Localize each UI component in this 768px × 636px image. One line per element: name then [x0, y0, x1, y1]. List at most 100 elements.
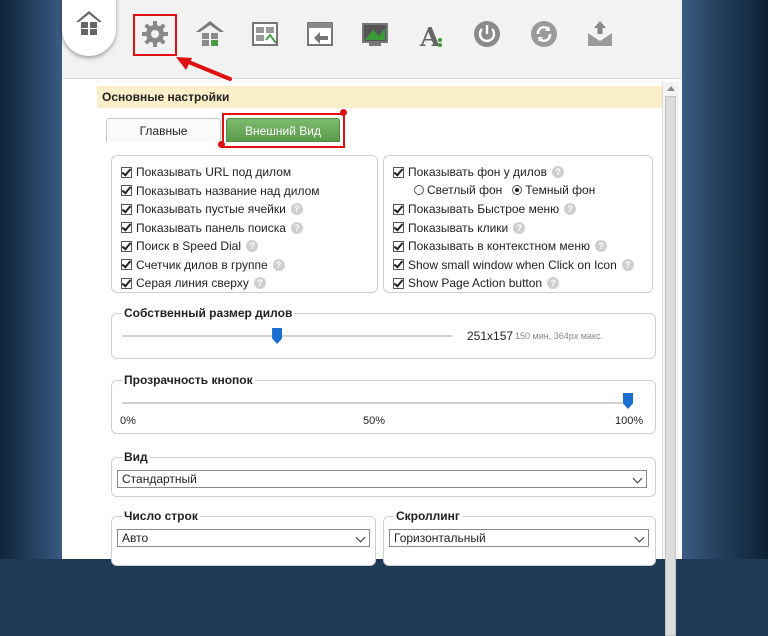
view-legend: Вид [122, 450, 150, 464]
radio-group-background: Светлый фон Темный фон [414, 181, 595, 199]
checkbox[interactable] [393, 240, 404, 252]
font-icon[interactable]: A [410, 14, 450, 54]
option-row[interactable]: Show small window when Click on Icon? [393, 256, 634, 274]
option-label: Показывать URL под дилом [136, 165, 292, 179]
help-icon[interactable]: ? [253, 277, 266, 289]
help-icon[interactable]: ? [551, 166, 564, 178]
dial-size-hint: 150 мин, 364px макс. [515, 331, 603, 341]
annotation-dot [218, 141, 225, 148]
button-opacity-slider-thumb[interactable] [623, 393, 633, 409]
scrollbar[interactable] [662, 82, 679, 636]
help-icon[interactable]: ? [564, 203, 577, 215]
svg-text:A: A [419, 23, 441, 50]
help-icon[interactable]: ? [594, 240, 607, 252]
scrollbar-thumb[interactable] [665, 96, 676, 636]
checkbox[interactable] [121, 240, 132, 252]
radio-light-background[interactable] [414, 185, 424, 195]
home-tab[interactable] [62, 0, 116, 56]
chevron-down-icon [634, 532, 645, 543]
dial-size-track[interactable] [122, 335, 452, 337]
option-label: Показывать фон у дилов [408, 165, 547, 179]
radio-label-light: Светлый фон [427, 183, 503, 197]
scrolling-legend: Скроллинг [394, 509, 462, 523]
checkbox[interactable] [393, 259, 404, 270]
option-row[interactable]: Показывать пустые ячейки? [121, 200, 303, 218]
option-label: Показывать панель поиска [136, 220, 286, 235]
help-icon[interactable]: ? [547, 277, 560, 289]
help-icon[interactable]: ? [621, 258, 634, 271]
right-options-group: Показывать фон у дилов ? Светлый фон Тем… [383, 155, 653, 293]
scrolling-select-value: Горизонтальный [394, 531, 486, 545]
panel-title: Основные настройки [97, 86, 663, 108]
left-options-group: Показывать URL под дилом Показывать назва… [111, 155, 378, 293]
desktop-background-right [682, 0, 768, 559]
desktop-background-left [0, 0, 62, 559]
option-label: Поиск в Speed Dial [136, 239, 241, 253]
scroll-up-arrow-icon[interactable] [667, 86, 675, 91]
option-row[interactable]: Серая линия сверху? [121, 274, 266, 292]
option-row[interactable]: Показывать в контекстном меню? [393, 237, 607, 255]
help-icon[interactable]: ? [290, 203, 303, 215]
option-row[interactable]: Показывать панель поиска? [121, 219, 303, 237]
button-opacity-group: Прозрачность кнопок 0% 50% 100% [111, 373, 656, 434]
checkbox[interactable] [121, 259, 132, 270]
help-icon[interactable]: ? [272, 258, 285, 271]
chevron-down-icon [632, 473, 643, 484]
mail-upload-icon[interactable] [580, 14, 620, 54]
radio-label-dark: Темный фон [525, 183, 596, 197]
option-label: Показывать в контекстном меню [408, 239, 590, 253]
button-opacity-legend: Прозрачность кнопок [122, 373, 255, 387]
checkbox[interactable] [121, 222, 132, 233]
option-row[interactable]: Show Page Action button? [393, 274, 560, 292]
dial-size-legend: Собственный размер дилов [122, 306, 295, 320]
option-label: Серая линия сверху [136, 276, 249, 290]
help-icon[interactable]: ? [513, 221, 526, 234]
option-row[interactable]: Показывать Быстрое меню? [393, 200, 577, 218]
power-icon[interactable] [467, 14, 507, 54]
tab-highlight-box [222, 113, 345, 148]
dial-size-slider-thumb[interactable] [272, 328, 283, 344]
annotation-arrow [176, 57, 232, 81]
checkbox[interactable] [121, 277, 132, 289]
rows-select[interactable]: Авто [117, 529, 370, 547]
checkbox[interactable] [393, 166, 404, 178]
button-opacity-track[interactable] [122, 402, 628, 404]
option-label: Показывать Быстрое меню [408, 202, 560, 216]
opacity-min-label: 0% [120, 415, 136, 427]
checkbox[interactable] [121, 166, 132, 178]
view-select-value: Стандартный [122, 472, 197, 486]
checkbox[interactable] [393, 277, 404, 289]
rows-legend: Число строк [122, 509, 200, 523]
radio-dark-background[interactable] [512, 185, 523, 195]
chevron-down-icon [355, 532, 366, 543]
checkbox[interactable] [121, 203, 132, 215]
annotation-dot [340, 109, 347, 116]
dial-size-value: 251x157 [467, 329, 514, 343]
option-row[interactable]: Показывать URL под дилом [121, 163, 291, 181]
image-icon[interactable] [355, 14, 395, 54]
help-icon[interactable]: ? [290, 221, 303, 234]
layout-icon[interactable] [245, 14, 285, 54]
option-label: Счетчик дилов в группе [136, 257, 268, 272]
checkbox[interactable] [393, 222, 404, 233]
option-row[interactable]: Показывать название над дилом [121, 182, 320, 200]
option-row[interactable]: Показывать клики? [393, 219, 526, 237]
option-label: Показывать пустые ячейки [136, 202, 286, 216]
option-show-dial-background[interactable]: Показывать фон у дилов ? [393, 163, 564, 181]
help-icon[interactable]: ? [246, 240, 258, 252]
view-group: Вид Стандартный [111, 450, 656, 497]
opacity-mid-label: 50% [363, 415, 386, 427]
checkbox[interactable] [121, 185, 132, 196]
option-label: Показывать клики [408, 220, 509, 235]
refresh-icon[interactable] [524, 14, 564, 54]
option-row[interactable]: Поиск в Speed Dial? [121, 237, 258, 255]
checkbox[interactable] [393, 203, 404, 215]
view-select[interactable]: Стандартный [117, 470, 647, 488]
scrolling-select[interactable]: Горизонтальный [389, 529, 649, 547]
tab-main[interactable]: Главные [106, 118, 221, 142]
backup-icon[interactable] [300, 14, 340, 54]
rows-select-value: Авто [122, 531, 149, 545]
dials-icon[interactable] [190, 14, 230, 54]
option-row[interactable]: Счетчик дилов в группе? [121, 256, 285, 274]
option-label: Show small window when Click on Icon [408, 257, 617, 272]
